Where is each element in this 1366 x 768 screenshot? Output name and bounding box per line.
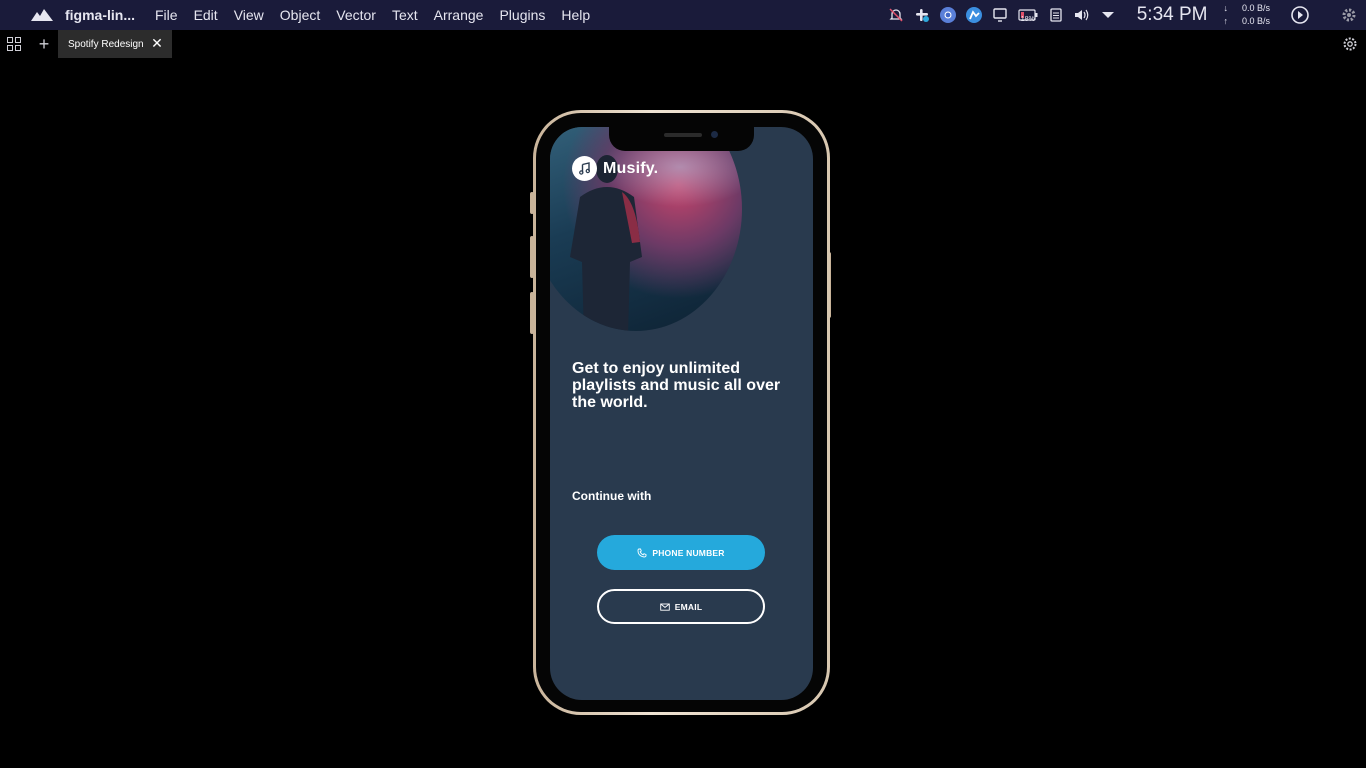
menu-edit[interactable]: Edit	[186, 7, 226, 23]
projects-grid-icon[interactable]	[7, 37, 21, 51]
messenger-icon[interactable]	[965, 6, 983, 24]
menu-bar: figma-lin... File Edit View Object Vecto…	[0, 0, 1366, 30]
phone-speaker	[664, 133, 702, 137]
app-name[interactable]: figma-lin...	[65, 7, 135, 23]
mail-icon	[660, 602, 670, 612]
phone-number-button[interactable]: PHONE NUMBER	[597, 535, 765, 570]
timer-icon[interactable]	[1290, 5, 1310, 25]
menu-vector[interactable]: Vector	[328, 7, 384, 23]
brand-logo: Musify.	[572, 156, 658, 181]
notifications-off-icon[interactable]	[887, 6, 905, 24]
download-arrow: ↓	[1223, 3, 1228, 13]
chevron-down-icon[interactable]	[1099, 6, 1117, 24]
phone-mockup[interactable]: Musify. Get to enjoy unlimited playlists…	[533, 110, 830, 715]
email-button[interactable]: EMAIL	[597, 589, 765, 624]
upload-arrow: ↑	[1223, 16, 1228, 26]
figma-linux-logo-icon[interactable]	[30, 7, 54, 23]
onboarding-headline: Get to enjoy unlimited playlists and mus…	[572, 360, 781, 411]
slack-icon[interactable]	[913, 6, 931, 24]
download-speed: 0.0 B/s	[1241, 3, 1270, 13]
chromium-icon[interactable]	[939, 6, 957, 24]
menu-object[interactable]: Object	[272, 7, 328, 23]
music-note-icon	[572, 156, 597, 181]
clock[interactable]: 5:34 PM	[1137, 4, 1208, 26]
settings-gear-icon[interactable]	[1342, 36, 1358, 52]
tab-spotify-redesign[interactable]: Spotify Redesign ✕	[58, 30, 172, 58]
phone-number-label: PHONE NUMBER	[652, 547, 725, 558]
tab-label: Spotify Redesign	[68, 38, 144, 50]
system-tray: 18% 5:34 PM ↓ 0.0 B/s ↑ 0.0 B/s	[887, 0, 1366, 30]
email-label: EMAIL	[674, 601, 703, 612]
phone-screen[interactable]: Musify. Get to enjoy unlimited playlists…	[550, 127, 813, 700]
phone-notch	[609, 127, 754, 151]
clipboard-icon[interactable]	[1047, 6, 1065, 24]
menu-text[interactable]: Text	[384, 7, 426, 23]
phone-bezel: Musify. Get to enjoy unlimited playlists…	[536, 113, 827, 712]
menu-arrange[interactable]: Arrange	[426, 7, 492, 23]
upload-speed: 0.0 B/s	[1241, 16, 1270, 26]
volume-icon[interactable]	[1073, 6, 1091, 24]
menu-plugins[interactable]: Plugins	[491, 7, 553, 23]
tab-bar: + Spotify Redesign ✕	[0, 30, 1366, 58]
main-menu: File Edit View Object Vector Text Arrang…	[147, 7, 598, 23]
phone-icon	[637, 548, 647, 558]
menu-help[interactable]: Help	[553, 7, 598, 23]
menu-view[interactable]: View	[226, 7, 272, 23]
monitor-icon[interactable]	[991, 6, 1009, 24]
network-speed: ↓ 0.0 B/s ↑ 0.0 B/s	[1223, 2, 1270, 28]
gear-icon[interactable]	[1340, 6, 1358, 24]
battery-label: 18%	[1020, 16, 1035, 23]
close-icon[interactable]: ✕	[151, 36, 163, 50]
phone-camera	[711, 131, 718, 138]
continue-with-label: Continue with	[572, 489, 652, 503]
brand-name: Musify.	[603, 159, 659, 177]
menu-file[interactable]: File	[147, 7, 186, 23]
new-tab-button[interactable]: +	[37, 35, 51, 53]
battery-icon[interactable]: 18%	[1017, 6, 1039, 24]
